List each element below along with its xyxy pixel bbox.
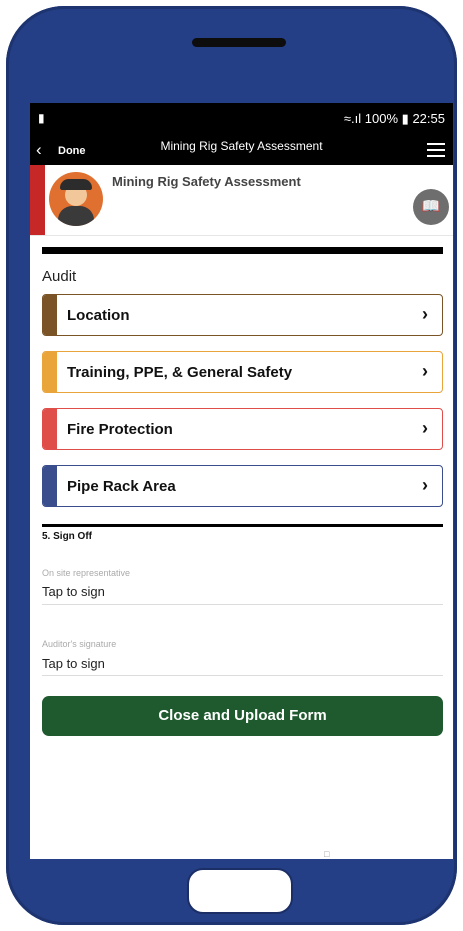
battery-percent: 100%: [364, 111, 399, 126]
form-header: Mining Rig Safety Assessment 📖: [30, 165, 453, 236]
battery-icon: ▮: [401, 111, 409, 126]
nav-title: Mining Rig Safety Assessment: [160, 139, 323, 153]
status-right: ≈.ıl 100% ▮ 22:55: [344, 111, 445, 127]
document-icon: □: [324, 849, 330, 859]
header-accent-strip: [30, 165, 45, 235]
section-training[interactable]: Training, PPE, & General Safety ›: [42, 351, 443, 393]
signoff-divider: [42, 524, 443, 527]
hamburger-menu-icon[interactable]: [427, 143, 445, 157]
section-pipe-rack[interactable]: Pipe Rack Area ›: [42, 465, 443, 507]
section-color-strip: [43, 466, 57, 506]
status-time: 22:55: [412, 111, 445, 126]
section-fire-protection[interactable]: Fire Protection ›: [42, 408, 443, 450]
chevron-right-icon: ›: [422, 361, 428, 381]
form-title: Mining Rig Safety Assessment: [112, 174, 301, 189]
chevron-right-icon: ›: [422, 304, 428, 324]
signoff-title: 5. Sign Off: [42, 531, 92, 542]
section-label: Fire Protection: [67, 421, 173, 438]
phone-speaker: [192, 38, 286, 47]
avatar: [49, 172, 103, 226]
representative-signature-field[interactable]: Tap to sign: [42, 584, 105, 599]
section-location[interactable]: Location ›: [42, 294, 443, 336]
section-color-strip: [43, 352, 57, 392]
chevron-right-icon: ›: [422, 475, 428, 495]
field-underline: [42, 604, 443, 605]
close-upload-button[interactable]: Close and Upload Form: [42, 696, 443, 736]
wifi-signal-icon: ≈.ıl: [343, 111, 362, 126]
section-label: Pipe Rack Area: [67, 478, 176, 495]
divider-bar: [42, 247, 443, 254]
audit-label: Audit: [42, 268, 77, 285]
representative-label: On site representative: [42, 568, 131, 578]
section-color-strip: [43, 409, 57, 449]
auditor-signature-field[interactable]: Tap to sign: [42, 656, 105, 671]
book-icon[interactable]: 📖: [413, 189, 449, 225]
section-label: Location: [67, 307, 130, 324]
nav-bar: ‹ Done Mining Rig Safety Assessment: [30, 135, 453, 165]
battery-saver-icon: ▮: [38, 111, 45, 125]
section-label: Training, PPE, & General Safety: [67, 364, 293, 381]
status-bar: ▮ ≈.ıl 100% ▮ 22:55: [30, 103, 453, 135]
home-button[interactable]: [187, 868, 293, 914]
chevron-right-icon: ›: [422, 418, 428, 438]
section-color-strip: [43, 295, 57, 335]
auditor-label: Auditor's signature: [42, 639, 117, 649]
field-underline: [42, 675, 443, 676]
phone-screen: ▮ ≈.ıl 100% ▮ 22:55 ‹ Done Mining Rig Sa…: [30, 103, 453, 859]
phone-frame: ▮ ≈.ıl 100% ▮ 22:55 ‹ Done Mining Rig Sa…: [6, 6, 457, 925]
